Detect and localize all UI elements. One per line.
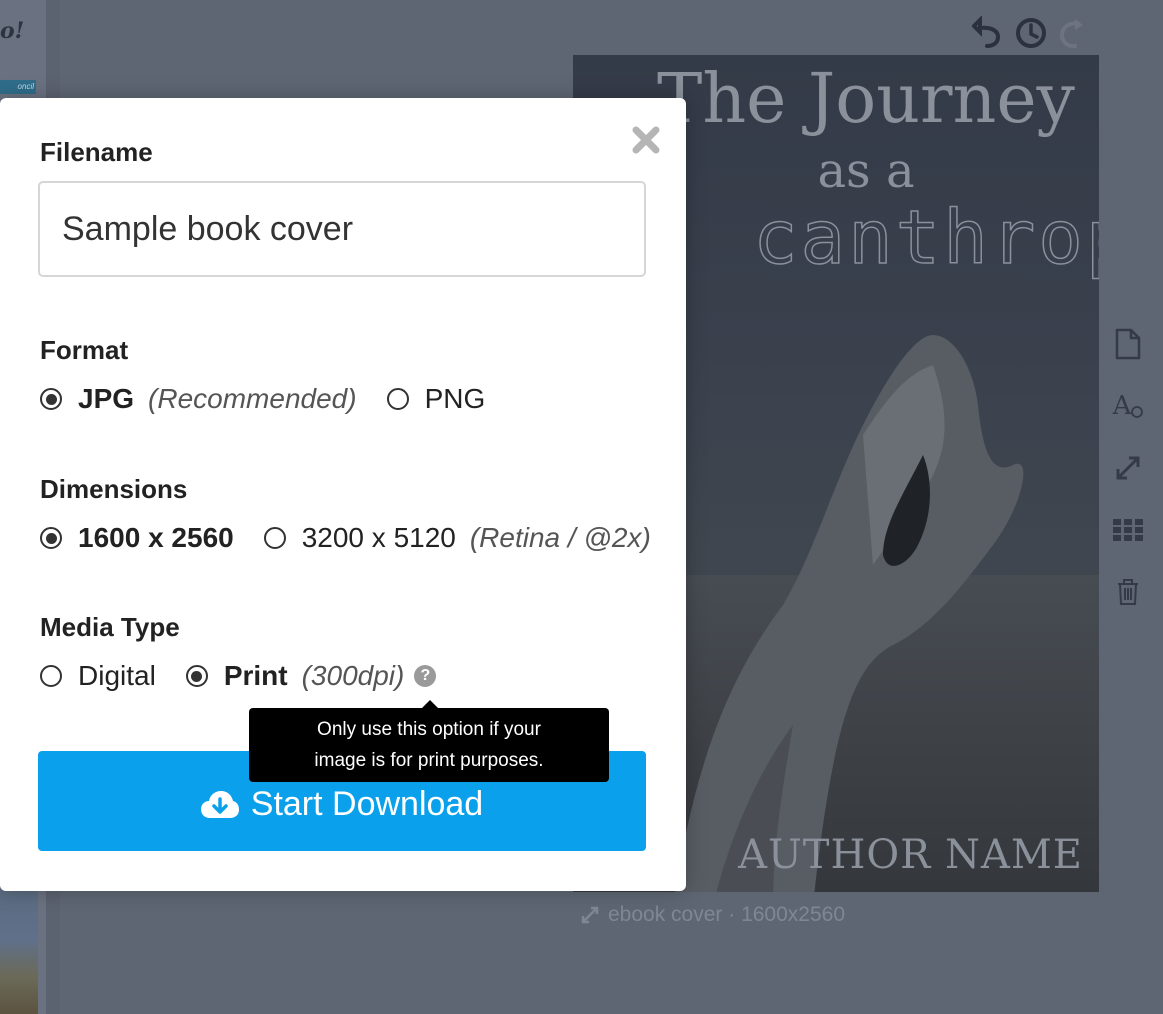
cloud-download-icon — [200, 790, 239, 818]
media-print-note: (300dpi) — [301, 660, 405, 691]
media-type-options: Digital Print (300dpi) ? — [40, 660, 437, 692]
resize-tool[interactable] — [1112, 450, 1144, 486]
page-icon — [1115, 328, 1141, 360]
template-thumbnail — [0, 890, 38, 1014]
dimensions-1600-label[interactable]: 1600 x 2560 — [78, 522, 234, 554]
delete-tool[interactable] — [1112, 574, 1144, 610]
format-png-radio[interactable] — [386, 388, 409, 410]
format-options: JPG (Recommended) PNG — [40, 383, 485, 415]
wolf-image — [675, 335, 1024, 892]
dimensions-3200-note: (Retina / @2x) — [469, 522, 651, 553]
print-tooltip: Only use this option if your image is fo… — [249, 700, 609, 782]
history-toolbar — [972, 16, 1090, 50]
close-button[interactable] — [628, 122, 664, 158]
media-print-radio[interactable] — [185, 665, 208, 687]
grid-icon — [1113, 519, 1143, 541]
start-download-label: Start Download — [250, 785, 484, 823]
media-print-label[interactable]: Print — [224, 660, 288, 692]
cover-title-line3: canthrope — [752, 194, 1099, 282]
tooltip-line2: image is for print purposes. — [314, 750, 544, 771]
cover-author: AUTHOR NAME — [738, 832, 1083, 878]
format-jpg-note: (Recommended) — [148, 383, 357, 414]
media-type-label: Media Type — [40, 612, 180, 642]
add-text-icon: A — [1112, 391, 1132, 421]
cover-caption-text: ebook cover · 1600x2560 — [608, 903, 845, 926]
add-text-tool[interactable]: A — [1112, 388, 1144, 424]
trash-icon — [1118, 579, 1138, 605]
expand-icon — [1116, 456, 1140, 480]
filename-input[interactable] — [38, 181, 646, 277]
dimensions-label: Dimensions — [40, 474, 188, 504]
media-digital-label[interactable]: Digital — [78, 660, 156, 692]
format-label: Format — [40, 335, 129, 365]
page-tool[interactable] — [1112, 326, 1144, 362]
help-icon[interactable]: ? — [414, 665, 437, 687]
dimensions-3200-label[interactable]: 3200 x 5120 — [302, 522, 456, 554]
redo-icon[interactable] — [1056, 16, 1090, 50]
filename-label: Filename — [40, 137, 153, 167]
tooltip-line1: Only use this option if your — [317, 719, 541, 740]
close-icon — [632, 126, 660, 154]
dimensions-options: 1600 x 2560 3200 x 5120 (Retina / @2x) — [40, 522, 651, 554]
format-jpg-radio[interactable] — [40, 388, 62, 410]
media-digital-radio[interactable] — [40, 665, 62, 687]
dimensions-1600-radio[interactable] — [40, 527, 62, 549]
dimensions-3200-radio[interactable] — [263, 527, 286, 549]
format-png-label[interactable]: PNG — [425, 383, 486, 415]
plus-circle-icon — [1131, 406, 1144, 418]
history-clock-icon[interactable] — [1014, 16, 1048, 50]
grid-tool[interactable] — [1112, 512, 1144, 548]
format-jpg-label[interactable]: JPG — [78, 383, 134, 415]
resize-icon — [581, 906, 599, 924]
tag-badge: oncil — [0, 80, 36, 94]
cover-caption: ebook cover · 1600x2560 — [580, 903, 845, 927]
undo-icon[interactable] — [972, 16, 1006, 50]
side-toolbar: A — [1108, 326, 1148, 610]
logo: o! — [0, 18, 25, 44]
